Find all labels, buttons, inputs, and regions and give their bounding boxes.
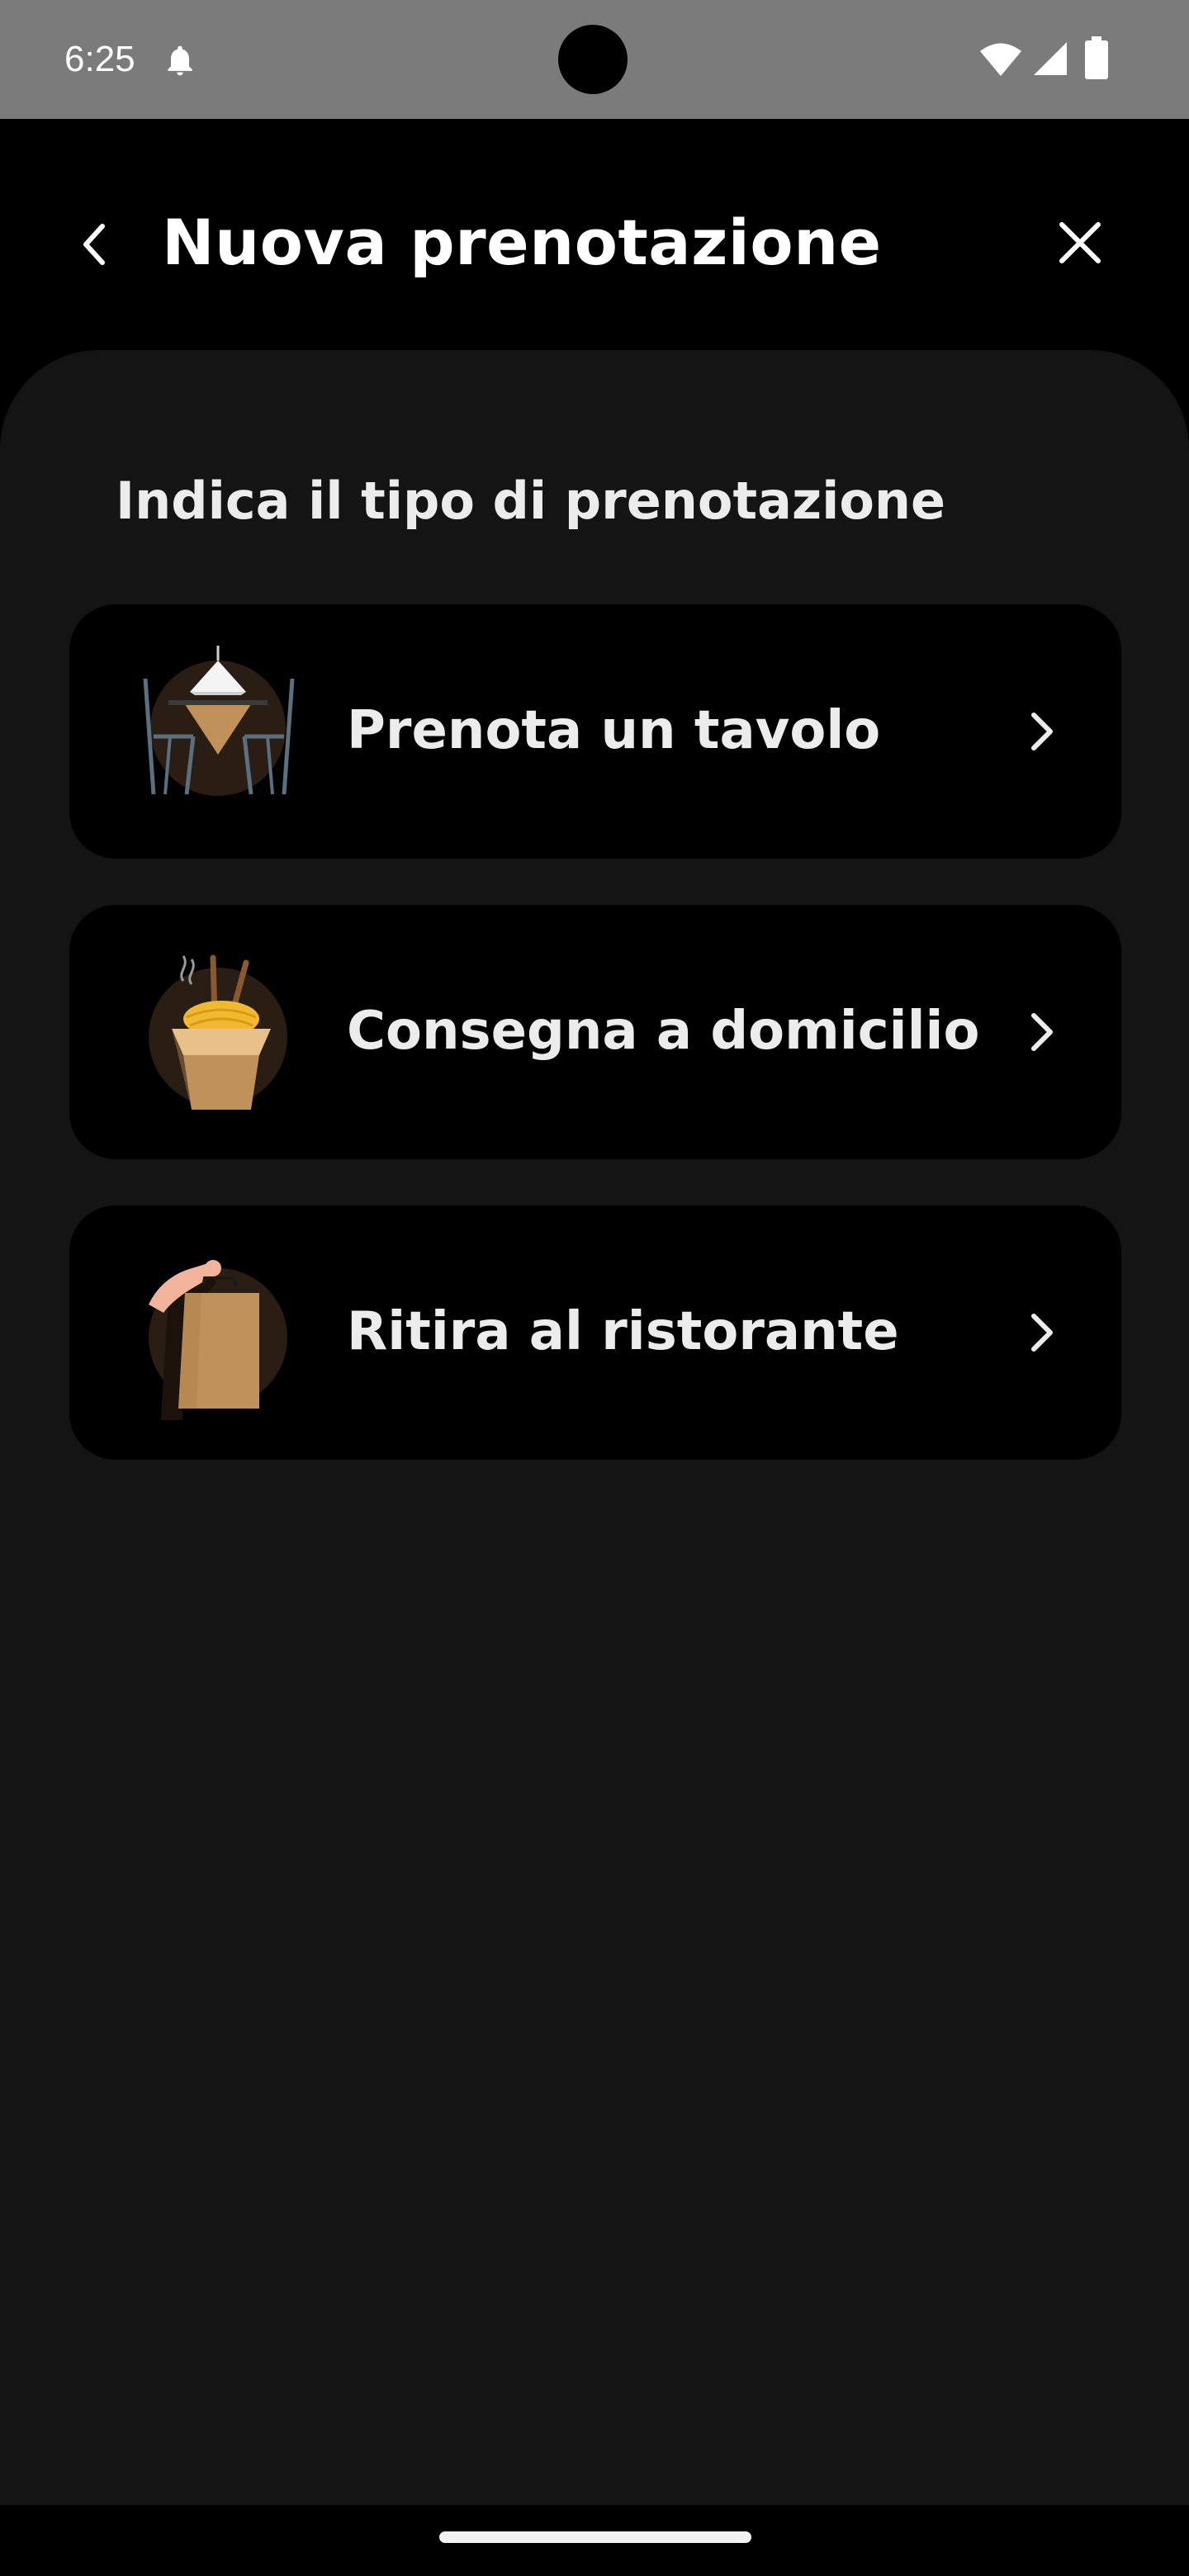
option-label: Prenota un tavolo	[347, 700, 881, 761]
status-bar: 6:25	[0, 0, 1189, 119]
signal-icon	[1034, 42, 1067, 75]
option-book-table[interactable]: Prenota un tavolo	[69, 604, 1121, 859]
option-label: Consegna a domicilio	[347, 1001, 980, 1062]
camera-cutout	[558, 25, 628, 94]
restaurant-table-illustration	[143, 646, 295, 796]
page-title: Nuova prenotazione	[162, 206, 882, 279]
home-indicator[interactable]	[439, 2531, 751, 2543]
back-button[interactable]	[63, 205, 126, 284]
booking-type-sheet: Indica il tipo di prenotazione Prenota u…	[0, 350, 1189, 2505]
noodle-box-illustration	[149, 954, 287, 1110]
option-home-delivery[interactable]: Consegna a domicilio	[69, 905, 1121, 1159]
app-header: Nuova prenotazione	[0, 119, 1189, 350]
close-icon	[1059, 222, 1101, 263]
gesture-nav-bar	[0, 2505, 1189, 2576]
close-button[interactable]	[1040, 203, 1120, 282]
chevron-right-icon	[1031, 1013, 1053, 1051]
status-time: 6:25	[64, 39, 135, 79]
option-label: Ritira al ristorante	[347, 1301, 899, 1362]
chevron-right-icon	[1031, 713, 1053, 751]
battery-icon	[1085, 36, 1108, 79]
option-pickup[interactable]: Ritira al ristorante	[69, 1205, 1121, 1460]
section-title: Indica il tipo di prenotazione	[116, 471, 946, 531]
chevron-left-icon	[83, 224, 105, 265]
wifi-icon	[980, 43, 1021, 76]
chevron-right-icon	[1031, 1314, 1053, 1352]
bell-icon	[168, 45, 192, 76]
takeaway-bag-illustration	[149, 1260, 287, 1420]
